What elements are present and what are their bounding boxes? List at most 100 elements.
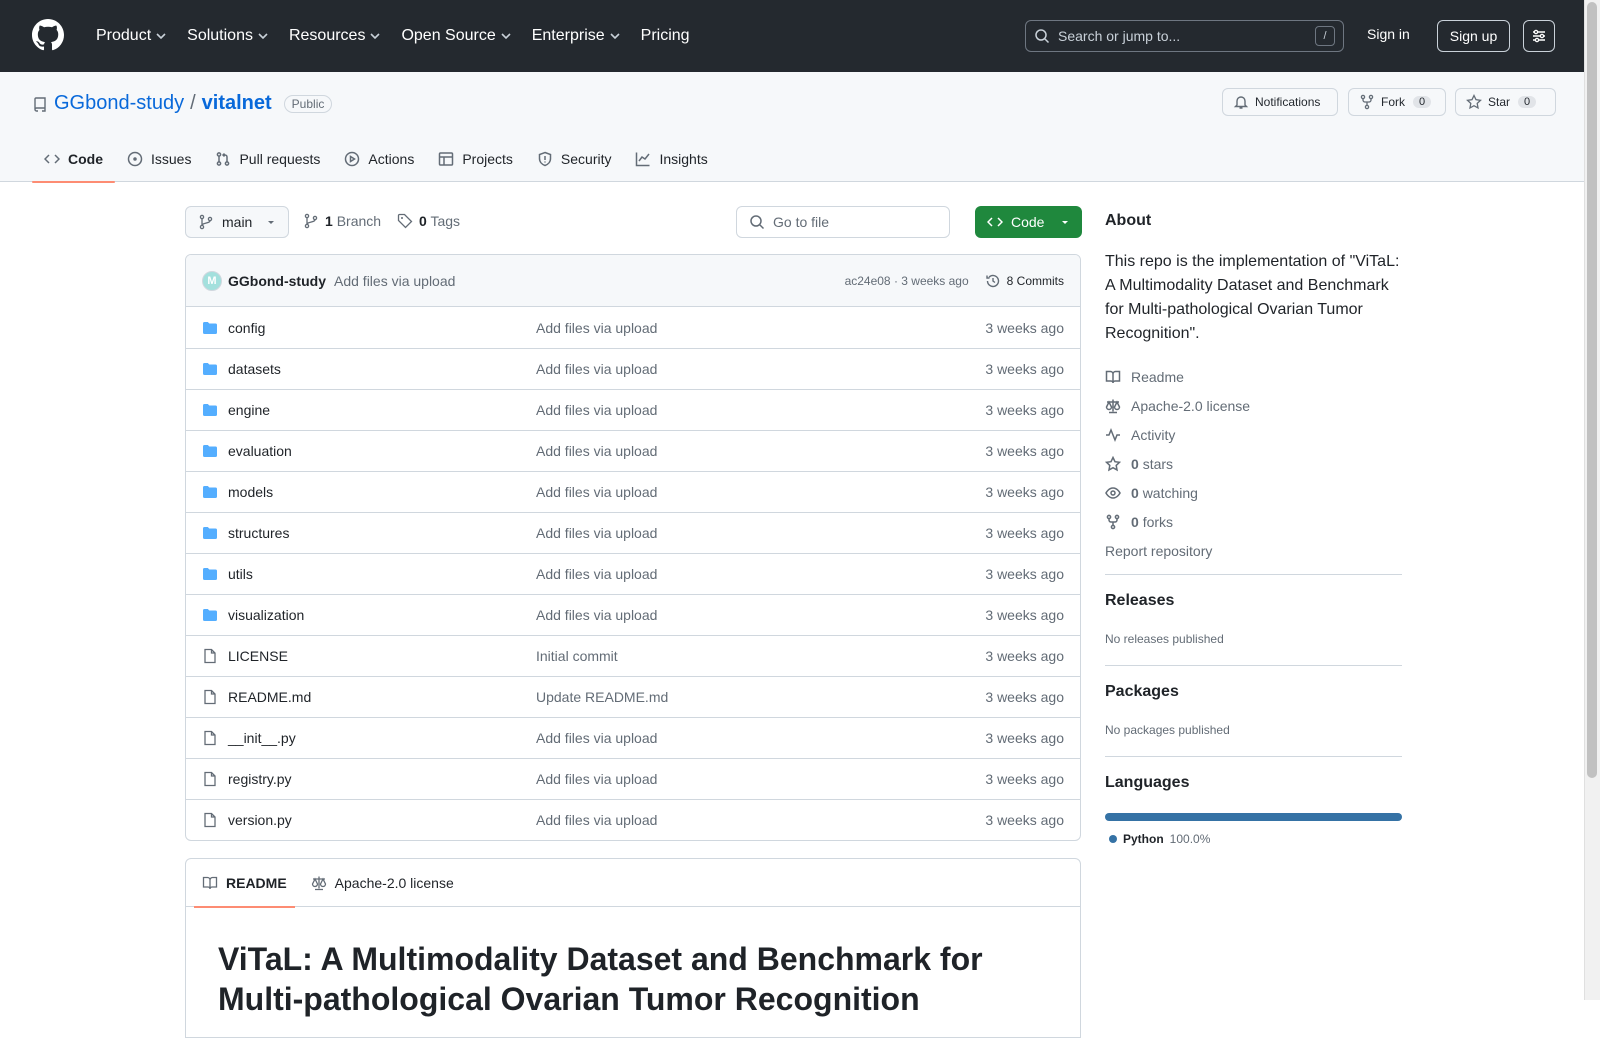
file-name-link[interactable]: version.py [228, 812, 292, 828]
branch-tag-counts: 1 Branch 0 Tags [303, 213, 460, 229]
tab-license[interactable]: Apache-2.0 license [303, 859, 462, 907]
file-name-link[interactable]: __init__.py [228, 730, 296, 746]
releases-heading[interactable]: Releases [1105, 592, 1174, 610]
tab-issues[interactable]: Issues [115, 136, 203, 182]
table-row: structures Add files via upload 3 weeks ag… [186, 512, 1080, 553]
star-button[interactable]: Star 0 [1455, 88, 1556, 116]
folder-icon [203, 445, 217, 457]
tag-count: 0 [419, 213, 427, 229]
watching-link[interactable]: 0 watching [1105, 478, 1402, 507]
file-name-link[interactable]: engine [228, 402, 270, 418]
commit-hash-time[interactable]: ac24e08 · 3 weeks ago [845, 274, 969, 288]
repo-name-link[interactable]: vitalnet [202, 92, 272, 115]
commit-author-link[interactable]: GGbond-study [228, 273, 326, 289]
file-commit-message[interactable]: Update README.md [536, 689, 985, 705]
repo-owner-link[interactable]: GGbond-study [54, 92, 184, 115]
file-commit-time: 3 weeks ago [985, 525, 1064, 541]
file-commit-message[interactable]: Add files via upload [536, 320, 985, 336]
file-name-link[interactable]: config [228, 320, 265, 336]
nav-product[interactable]: Product [88, 18, 175, 54]
commits-count: 8 Commits [1006, 273, 1064, 288]
file-commit-message[interactable]: Add files via upload [536, 443, 985, 459]
readme-panel: README Apache-2.0 license ViTaL: A Multi… [185, 858, 1081, 1038]
table-row: config Add files via upload 3 weeks ago [186, 307, 1080, 348]
fork-button[interactable]: Fork 0 [1348, 88, 1446, 116]
search-input[interactable]: Search or jump to... / [1025, 20, 1344, 52]
file-commit-message[interactable]: Add files via upload [536, 566, 985, 582]
commit-message-link[interactable]: Add files via upload [334, 273, 455, 289]
file-commit-message[interactable]: Add files via upload [536, 812, 985, 828]
hamburger-menu-button[interactable] [1523, 20, 1555, 52]
file-name-link[interactable]: registry.py [228, 771, 292, 787]
avatar[interactable]: M [202, 270, 222, 291]
chevron-down-icon [370, 33, 381, 40]
tab-projects[interactable]: Projects [426, 136, 525, 182]
repo-icon [34, 96, 46, 112]
eye-icon [1105, 486, 1121, 499]
packages-link[interactable]: Packages [1105, 683, 1179, 700]
sign-in-link[interactable]: Sign in [1367, 26, 1410, 42]
file-commit-time: 3 weeks ago [985, 689, 1064, 705]
file-commit-message[interactable]: Add files via upload [536, 607, 985, 623]
repo-tabs: Code Issues Pull requests Actions Projec… [32, 136, 720, 183]
branch-selector[interactable]: main [185, 206, 289, 238]
nav-open-source[interactable]: Open Source [393, 18, 519, 54]
forks-count: 0 [1131, 513, 1139, 530]
file-name-link[interactable]: utils [228, 566, 253, 582]
readme-link[interactable]: Readme [1105, 362, 1402, 391]
tab-pull-requests[interactable]: Pull requests [203, 136, 332, 182]
file-commit-message[interactable]: Add files via upload [536, 771, 985, 787]
file-commit-message[interactable]: Add files via upload [536, 484, 985, 500]
file-name-link[interactable]: LICENSE [228, 648, 288, 664]
file-name-cell: datasets [202, 361, 536, 377]
github-logo-icon[interactable] [32, 19, 64, 51]
file-commit-message[interactable]: Add files via upload [536, 402, 985, 418]
forks-link[interactable]: 0 forks [1105, 507, 1402, 536]
branches-link[interactable]: 1 Branch [325, 213, 381, 229]
tab-security[interactable]: Security [525, 136, 624, 182]
commits-history-link[interactable]: 8 Commits [985, 273, 1064, 289]
license-link[interactable]: Apache-2.0 license [1105, 391, 1402, 420]
report-repository-link[interactable]: Report repository [1105, 536, 1402, 565]
tags-link[interactable]: 0 Tags [419, 213, 460, 229]
language-python[interactable]: Python 100.0% [1105, 832, 1210, 846]
stars-link[interactable]: 0 stars [1105, 449, 1402, 478]
file-name-link[interactable]: structures [228, 525, 289, 541]
file-commit-message[interactable]: Add files via upload [536, 525, 985, 541]
notifications-button[interactable]: Notifications [1222, 88, 1338, 116]
releases-link[interactable]: Releases [1105, 592, 1174, 609]
file-name-link[interactable]: datasets [228, 361, 281, 377]
file-name-link[interactable]: models [228, 484, 273, 500]
tab-actions[interactable]: Actions [332, 136, 426, 182]
file-name-cell: models [202, 484, 536, 500]
nav-enterprise[interactable]: Enterprise [524, 18, 629, 54]
file-name-link[interactable]: README.md [228, 689, 311, 705]
scrollbar-thumb[interactable] [1587, 2, 1597, 778]
activity-link[interactable]: Activity [1105, 420, 1402, 449]
file-commit-message[interactable]: Add files via upload [536, 730, 985, 746]
file-name-link[interactable]: visualization [228, 607, 304, 623]
packages-heading[interactable]: Packages [1105, 683, 1179, 701]
tab-insights[interactable]: Insights [623, 136, 719, 182]
sign-up-button[interactable]: Sign up [1437, 20, 1510, 52]
file-commit-message[interactable]: Initial commit [536, 648, 985, 664]
tab-code[interactable]: Code [32, 136, 115, 183]
file-commit-time: 3 weeks ago [985, 566, 1064, 582]
nav-label: Product [96, 27, 152, 44]
nav-pricing[interactable]: Pricing [633, 18, 698, 54]
file-name-cell: visualization [202, 607, 536, 623]
file-commit-message[interactable]: Add files via upload [536, 361, 985, 377]
tab-label: Insights [659, 151, 708, 167]
languages-heading: Languages [1105, 774, 1190, 791]
nav-solutions[interactable]: Solutions [179, 18, 277, 54]
tab-readme[interactable]: README [194, 859, 295, 908]
file-name-link[interactable]: evaluation [228, 443, 292, 459]
watching-label: watching [1142, 484, 1198, 501]
triangle-down-icon [268, 221, 274, 224]
code-dropdown-button[interactable]: Code [975, 206, 1082, 238]
nav-resources[interactable]: Resources [281, 18, 389, 54]
nav-label: Pricing [640, 27, 690, 44]
go-to-file-input[interactable]: Go to file [736, 206, 950, 238]
table-icon [439, 152, 454, 166]
table-row: engine Add files via upload 3 weeks ago [186, 389, 1080, 430]
